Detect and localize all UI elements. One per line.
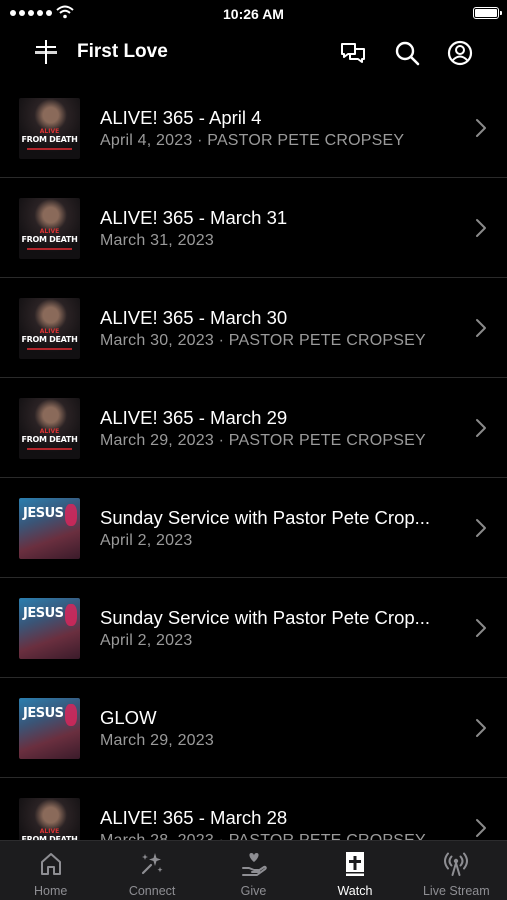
chevron-right-icon — [475, 218, 487, 243]
live-stream-icon — [442, 850, 470, 878]
list-item-title: ALIVE! 365 - March 30 — [100, 307, 288, 328]
search-icon[interactable] — [391, 37, 423, 69]
thumbnail-glow — [65, 604, 77, 626]
chevron-right-icon — [475, 418, 487, 443]
thumbnail-glow — [65, 504, 77, 526]
list-item-subtitle: March 29, 2023 — [100, 732, 214, 749]
tab-label: Home — [34, 884, 68, 898]
list-item-title: ALIVE! 365 - March 31 — [100, 207, 288, 228]
thumbnail-text-main: FROM DEATH — [21, 135, 78, 144]
chevron-right-icon — [475, 818, 487, 840]
chevron-right-icon — [475, 518, 487, 543]
app-title: First Love — [77, 41, 168, 62]
thumbnail-text-top: ALIVE — [39, 428, 60, 435]
watch-list: ALIVE FROM DEATH ALIVE! 365 - April 4 April… — [0, 78, 507, 840]
thumbnail-text: JESUS — [23, 606, 64, 621]
media-thumbnail: JESUS — [19, 598, 80, 659]
tab-label: Connect — [128, 884, 176, 898]
thumbnail-text-main: FROM DEATH — [21, 435, 78, 444]
list-item-subtitle: March 31, 2023 — [100, 232, 214, 249]
thumbnail-text: JESUS — [23, 506, 64, 521]
list-item-title: Sunday Service with Pastor Pete Crop... — [100, 607, 431, 628]
media-thumbnail: ALIVE FROM DEATH — [19, 798, 80, 840]
media-thumbnail: JESUS — [19, 498, 80, 559]
watch-icon — [341, 850, 369, 878]
list-item-title: ALIVE! 365 - March 28 — [100, 807, 288, 828]
list-item-subtitle: April 2, 2023 — [100, 532, 193, 549]
thumbnail-rule — [27, 348, 72, 350]
list-item[interactable]: JESUS Sunday Service with Pastor Pete Cro… — [0, 478, 507, 578]
thumbnail-text: JESUS — [23, 706, 64, 721]
chevron-right-icon — [475, 618, 487, 643]
thumbnail-text-main: FROM DEATH — [21, 235, 78, 244]
list-item[interactable]: ALIVE FROM DEATH ALIVE! 365 - March 30 Marc… — [0, 278, 507, 378]
list-item-subtitle: April 4, 2023 · PASTOR PETE CROPSEY — [100, 132, 405, 149]
list-item[interactable]: ALIVE FROM DEATH ALIVE! 365 - April 4 April… — [0, 78, 507, 178]
thumbnail-rule — [27, 148, 72, 150]
media-thumbnail: ALIVE FROM DEATH — [19, 198, 80, 259]
thumbnail-rule — [27, 248, 72, 250]
thumbnail-glow — [65, 704, 77, 726]
chevron-right-icon — [475, 118, 487, 143]
tab-home[interactable]: Home — [0, 841, 101, 900]
media-thumbnail: ALIVE FROM DEATH — [19, 298, 80, 359]
thumbnail-text-main: FROM DEATH — [21, 335, 78, 344]
thumbnail-text-top: ALIVE — [39, 328, 60, 335]
tab-label: Live Stream — [422, 884, 490, 898]
status-time: 10:26 AM — [223, 6, 284, 22]
tab-watch[interactable]: Watch — [304, 841, 405, 900]
tab-label: Watch — [337, 884, 373, 898]
app-header: First Love — [0, 28, 507, 78]
list-item-subtitle: March 29, 2023 · PASTOR PETE CROPSEY — [100, 432, 426, 449]
battery-icon — [473, 7, 502, 19]
church-logo-icon — [35, 40, 57, 64]
list-item-subtitle: April 2, 2023 — [100, 632, 193, 649]
profile-icon[interactable] — [444, 37, 476, 69]
thumbnail-text-top: ALIVE — [39, 128, 60, 135]
list-item[interactable]: JESUS Sunday Service with Pastor Pete Cro… — [0, 578, 507, 678]
list-item[interactable]: ALIVEFROM DEATH ALIVE! 365 - March 28 Marc… — [0, 778, 507, 840]
tab-live-stream[interactable]: Live Stream — [406, 841, 507, 900]
tab-give[interactable]: Give — [203, 841, 304, 900]
list-item-title: Sunday Service with Pastor Pete Crop... — [100, 507, 431, 528]
thumbnail-text-top: ALIVE — [39, 828, 60, 835]
give-icon — [240, 850, 268, 878]
tab-connect[interactable]: Connect — [101, 841, 202, 900]
tab-bar: Home Connect Give Watch Live Stream — [0, 840, 507, 900]
list-item-subtitle: March 28, 2023 · PASTOR PETE CROPSEY — [100, 832, 426, 840]
connect-icon — [138, 850, 166, 878]
list-item-title: GLOW — [100, 707, 157, 728]
chevron-right-icon — [475, 718, 487, 743]
thumbnail-rule — [27, 448, 72, 450]
list-item-title: ALIVE! 365 - March 29 — [100, 407, 288, 428]
list-item[interactable]: JESUS GLOW March 29, 2023 — [0, 678, 507, 778]
chat-icon[interactable] — [337, 37, 369, 69]
list-item-subtitle: March 30, 2023 · PASTOR PETE CROPSEY — [100, 332, 426, 349]
home-icon — [37, 850, 65, 878]
media-thumbnail: ALIVE FROM DEATH — [19, 98, 80, 159]
list-item[interactable]: ALIVE FROM DEATH ALIVE! 365 - March 29 Marc… — [0, 378, 507, 478]
list-item-title: ALIVE! 365 - April 4 — [100, 107, 262, 128]
chevron-right-icon — [475, 318, 487, 343]
status-bar: 10:26 AM — [0, 0, 507, 28]
battery-fill — [475, 9, 497, 17]
media-thumbnail: JESUS — [19, 698, 80, 759]
tab-label: Give — [240, 884, 267, 898]
list-item[interactable]: ALIVE FROM DEATH ALIVE! 365 - March 31 Marc… — [0, 178, 507, 278]
thumbnail-text-top: ALIVE — [39, 228, 60, 235]
media-thumbnail: ALIVE FROM DEATH — [19, 398, 80, 459]
